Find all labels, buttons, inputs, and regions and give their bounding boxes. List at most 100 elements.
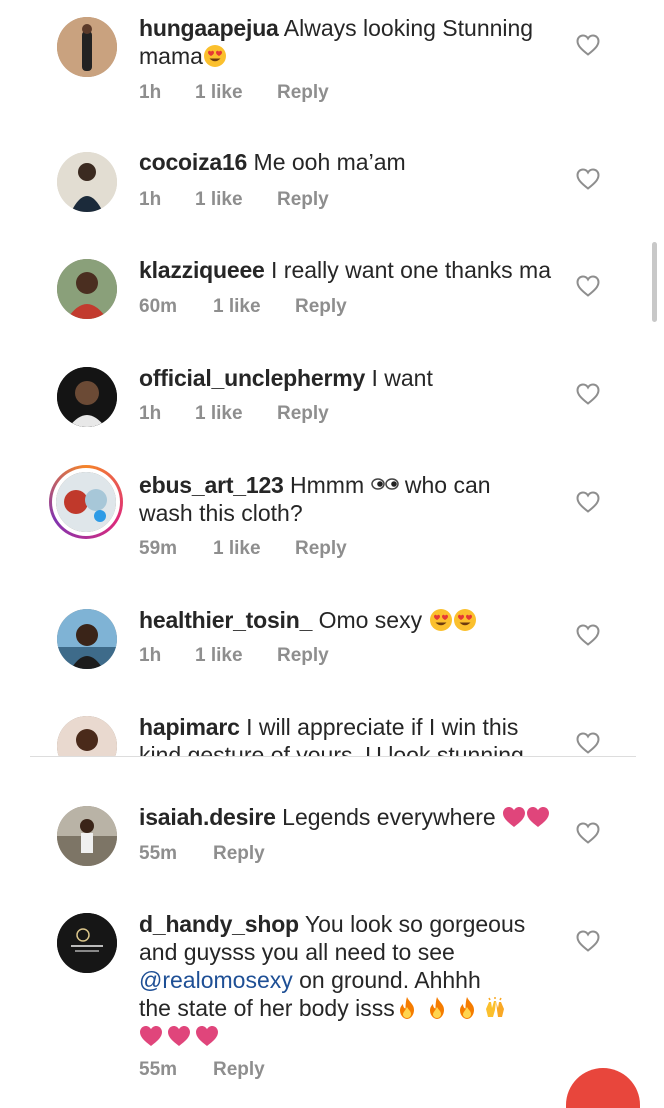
comment-body: Hmmm [290, 472, 365, 498]
comment-text: cocoiza16 Me ooh ma’am [139, 148, 559, 176]
comment-time: 60m [139, 296, 178, 317]
comment-meta: 1h 1 like Reply [139, 82, 329, 104]
comment-body: Omo sexy [318, 607, 423, 633]
comment-text: official_unclephermy I want [139, 364, 559, 392]
comment-meta: 1h 1 like Reply [139, 403, 329, 425]
avatar[interactable] [57, 17, 117, 77]
comment-text: d_handy_shop You look so gorgeous and gu… [139, 910, 559, 1050]
comment-meta: 59m 1 like Reply [139, 538, 347, 560]
comment-body-line2: kind gesture of yours. U look stunning [139, 742, 524, 756]
heart-eyes-emoji [429, 608, 453, 632]
comment-time: 55m [139, 1059, 178, 1080]
fire-emoji [455, 996, 479, 1020]
avatar[interactable] [57, 152, 117, 212]
comment-body: You look so gorgeous [304, 911, 526, 937]
comment-meta: 55m Reply [139, 843, 265, 865]
comment-item-clipped: hapimarc I will appreciate if I win this… [0, 700, 664, 756]
comment-body-line2: wash this cloth? [139, 500, 303, 526]
pink-heart-emoji [502, 805, 526, 829]
heart-outline-icon[interactable] [576, 383, 600, 405]
avatar[interactable] [57, 609, 117, 669]
reply-button[interactable]: Reply [295, 538, 347, 560]
story-ring[interactable] [49, 465, 123, 539]
avatar[interactable] [57, 806, 117, 866]
comment-time: 1h [139, 403, 162, 424]
comment-body: I will appreciate if I win this [246, 714, 519, 740]
mention-link[interactable]: @realomosexy [139, 967, 293, 993]
heart-outline-icon[interactable] [576, 275, 600, 297]
comment-likes[interactable]: 1 like [195, 403, 277, 425]
avatar [56, 472, 116, 532]
comment-username[interactable]: hungaapejua [139, 15, 279, 41]
fire-emoji [425, 996, 449, 1020]
comment-time: 59m [139, 538, 178, 559]
comment-body: I really want one thanks ma [271, 257, 552, 283]
comment-text: hapimarc I will appreciate if I win this… [139, 713, 559, 756]
comment-username[interactable]: healthier_tosin_ [139, 607, 312, 633]
comment-body-line2: mama [139, 43, 203, 69]
comment-text: healthier_tosin_ Omo sexy [139, 606, 559, 634]
eyes-emoji [371, 476, 399, 492]
comment-username[interactable]: cocoiza16 [139, 149, 247, 175]
reply-button[interactable]: Reply [277, 82, 329, 104]
comment-text: isaiah.desire Legends everywhere [139, 803, 559, 831]
heart-outline-icon[interactable] [576, 624, 600, 646]
comment-username[interactable]: ebus_art_123 [139, 472, 284, 498]
comment-meta: 55m Reply [139, 1059, 265, 1081]
section-divider [30, 756, 636, 757]
comment-likes[interactable]: 1 like [213, 538, 295, 560]
fire-emoji [395, 996, 419, 1020]
heart-eyes-emoji [203, 44, 227, 68]
comment-body: I want [371, 365, 433, 391]
comment-body-line2: and guysss you all need to see [139, 939, 455, 965]
comment-time: 1h [139, 82, 162, 103]
comment-username[interactable]: official_unclephermy [139, 365, 365, 391]
pink-heart-emoji [195, 1024, 219, 1048]
avatar[interactable] [57, 716, 117, 756]
comment-text: klazziqueee I really want one thanks ma [139, 256, 559, 284]
comment-body: Legends everywhere [282, 804, 496, 830]
heart-outline-icon[interactable] [576, 732, 600, 754]
comment-meta: 60m 1 like Reply [139, 296, 347, 318]
reply-button[interactable]: Reply [213, 843, 265, 865]
comment-meta: 1h 1 like Reply [139, 645, 329, 667]
comment-username[interactable]: hapimarc [139, 714, 240, 740]
reply-button[interactable]: Reply [277, 645, 329, 667]
comment-text: ebus_art_123 Hmmm who can wash this clot… [139, 471, 559, 527]
heart-outline-icon[interactable] [576, 822, 600, 844]
reply-button[interactable]: Reply [213, 1059, 265, 1081]
reply-button[interactable]: Reply [295, 296, 347, 318]
reply-button[interactable]: Reply [277, 403, 329, 425]
comment-text: hungaapejua Always looking Stunning mama [139, 14, 559, 70]
heart-outline-icon[interactable] [576, 930, 600, 952]
comment-likes[interactable]: 1 like [195, 82, 277, 104]
pink-heart-emoji [167, 1024, 191, 1048]
comment-body-line4: the state of her body isss [139, 995, 395, 1021]
comment-likes[interactable]: 1 like [195, 645, 277, 667]
pink-heart-emoji [139, 1024, 163, 1048]
comment-likes[interactable]: 1 like [195, 189, 277, 211]
heart-eyes-emoji [453, 608, 477, 632]
comment-username[interactable]: isaiah.desire [139, 804, 276, 830]
pink-heart-emoji [526, 805, 550, 829]
comment-body-b: who can [404, 472, 491, 498]
heart-outline-icon[interactable] [576, 168, 600, 190]
comment-username[interactable]: klazziqueee [139, 257, 265, 283]
comment-likes[interactable]: 1 like [213, 296, 295, 318]
avatar[interactable] [57, 259, 117, 319]
comment-username[interactable]: d_handy_shop [139, 911, 299, 937]
comment-body: Me ooh ma’am [253, 149, 406, 175]
raised-hands-emoji [483, 996, 507, 1020]
reply-button[interactable]: Reply [277, 189, 329, 211]
heart-outline-icon[interactable] [576, 491, 600, 513]
floating-action-button[interactable] [566, 1068, 640, 1108]
comment-meta: 1h 1 like Reply [139, 189, 329, 211]
comment-body-line3: on ground. Ahhhh [299, 967, 481, 993]
comment-body: Always looking Stunning [283, 15, 534, 41]
avatar[interactable] [57, 367, 117, 427]
avatar[interactable] [57, 913, 117, 973]
scrollbar[interactable] [652, 242, 657, 322]
heart-outline-icon[interactable] [576, 34, 600, 56]
comment-time: 1h [139, 645, 162, 666]
comment-time: 1h [139, 189, 162, 210]
